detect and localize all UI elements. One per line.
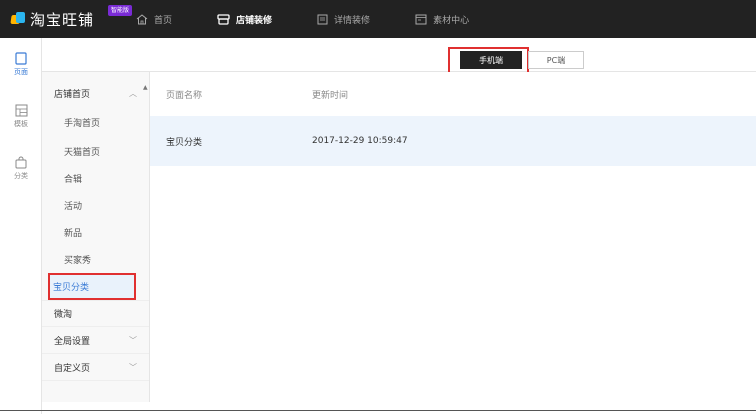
menu-group-store-home[interactable]: 店铺首页 ︿ (42, 72, 149, 114)
edition-badge: 智能版 (108, 5, 133, 16)
nav-item-store-decoration[interactable]: 店铺装修 (217, 13, 272, 26)
bottom-divider (0, 410, 756, 411)
table-header: 页面名称 更新时间 (150, 72, 756, 116)
store-icon (217, 13, 230, 25)
nav-label: 首页 (154, 15, 173, 26)
column-header-time: 更新时间 (312, 90, 349, 101)
template-icon (15, 104, 27, 116)
nav-item-detail-decoration[interactable]: 详情装修 (317, 13, 370, 26)
column-header-name: 页面名称 (166, 90, 203, 101)
toolbar-strip (42, 38, 756, 72)
nav-label: 店铺装修 (236, 15, 273, 26)
scroll-up-arrow-icon[interactable]: ▲ (143, 84, 148, 91)
mobile-view-button[interactable]: 手机端 (460, 51, 522, 69)
menu-sub-item[interactable]: 天猫首页 (42, 138, 149, 165)
menu-item-weitao[interactable]: 微淘 (42, 300, 149, 327)
menu-group-label: 店铺首页 (54, 89, 91, 100)
menu-sub-label: 活动 (64, 202, 83, 212)
main-nav: 首页 店铺装修 详情装修 素材中心 (136, 13, 514, 26)
page-menu: 店铺首页 ︿ 手淘首页 天猫首页 合辑 活动 新品 买家秀 宝贝分类 微淘 全局… (42, 72, 150, 402)
menu-sub-label: 天猫首页 (64, 148, 101, 158)
menu-sub-label: 新品 (64, 229, 83, 239)
home-icon (136, 13, 148, 24)
nav-label: 详情装修 (334, 15, 371, 26)
chevron-down-icon: ﹀ (129, 362, 137, 372)
nav-item-material-center[interactable]: 素材中心 (415, 13, 469, 26)
menu-sub-label: 买家秀 (64, 256, 92, 266)
left-icon-rail: 页面 模板 分类 (0, 38, 42, 414)
top-navigation-bar: 淘宝旺铺 智能版 首页 店铺装修 详情装修 素材中心 (0, 0, 756, 38)
menu-sub-item[interactable]: 手淘首页 (42, 114, 149, 138)
document-icon (317, 14, 328, 24)
rail-label: 页面 (14, 67, 28, 76)
menu-item-global-settings[interactable]: 全局设置 ﹀ (42, 327, 149, 354)
menu-sub-label: 合辑 (64, 175, 83, 185)
cell-page-name: 宝贝分类 (166, 137, 203, 148)
menu-item-custom-page[interactable]: 自定义页 ﹀ (42, 354, 149, 381)
folder-icon (415, 14, 427, 24)
menu-item-label: 自定义页 (54, 363, 91, 374)
cell-update-time: 2017-12-29 10:59:47 (312, 136, 408, 146)
app-title: 淘宝旺铺 (30, 10, 95, 29)
menu-sub-item[interactable]: 活动 (42, 192, 149, 219)
chevron-up-icon: ︿ (129, 88, 137, 98)
rail-label: 分类 (14, 171, 28, 180)
menu-sub-item[interactable]: 合辑 (42, 165, 149, 192)
pc-view-button[interactable]: PC端 (528, 51, 584, 69)
table-empty-area (150, 166, 756, 402)
nav-item-home[interactable]: 首页 (136, 13, 172, 26)
rail-item-pages[interactable]: 页面 (0, 38, 42, 90)
menu-item-label: 微淘 (54, 310, 73, 320)
menu-sub-item-selected[interactable]: 宝贝分类 (48, 273, 136, 300)
rail-label: 模板 (14, 119, 28, 128)
bag-icon (15, 156, 27, 168)
chevron-down-icon: ﹀ (129, 335, 137, 345)
menu-sub-label: 宝贝分类 (53, 283, 90, 293)
menu-sub-label: 手淘首页 (64, 119, 101, 129)
app-logo[interactable]: 淘宝旺铺 (10, 0, 95, 38)
rail-item-categories[interactable]: 分类 (0, 142, 42, 194)
logo-icon (10, 12, 25, 26)
menu-sub-item[interactable]: 新品 (42, 219, 149, 246)
nav-label: 素材中心 (433, 15, 470, 26)
page-table: 页面名称 更新时间 宝贝分类 2017-12-29 10:59:47 (150, 72, 756, 166)
page-icon (15, 51, 27, 65)
table-row[interactable]: 宝贝分类 2017-12-29 10:59:47 (150, 116, 756, 166)
rail-item-templates[interactable]: 模板 (0, 90, 42, 142)
menu-sub-item[interactable]: 买家秀 (42, 246, 149, 273)
menu-item-label: 全局设置 (54, 336, 91, 347)
